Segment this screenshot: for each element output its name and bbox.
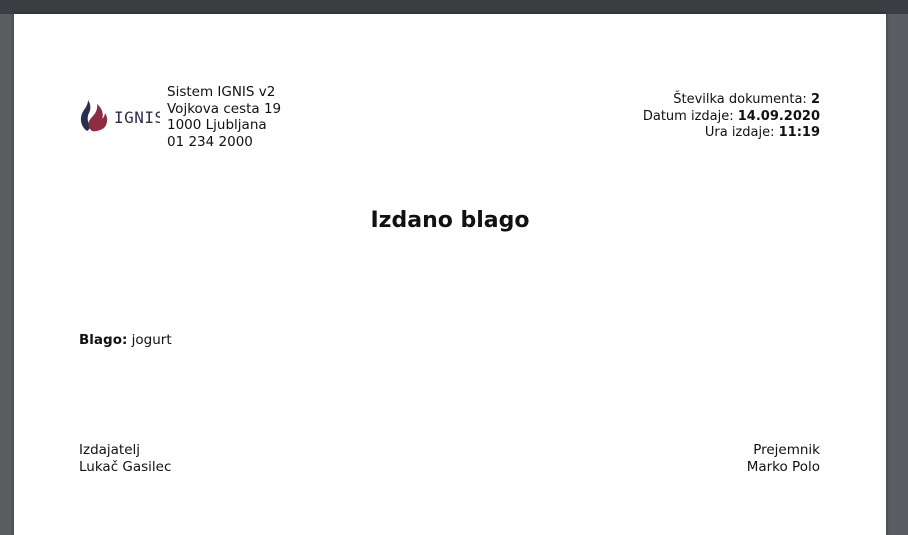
issuer-label: Izdajatelj — [79, 442, 141, 458]
receiver-signature: Prejemnik Marko Polo — [747, 442, 820, 476]
document-number-row: Številka dokumenta: 2 — [643, 92, 820, 109]
issue-time-value: 11:19 — [778, 125, 820, 140]
flame-red-shape — [88, 104, 108, 132]
issue-time-label: Ura izdaje: — [704, 125, 775, 140]
viewer-toolbar-edge — [0, 0, 908, 14]
goods-label: Blago: — [79, 332, 128, 348]
goods-value: jogurt — [131, 332, 172, 348]
pdf-viewer: IGNIS Sistem IGNIS v2 Vojkova cesta 19 1… — [0, 0, 908, 535]
company-info: Sistem IGNIS v2 Vojkova cesta 19 1000 Lj… — [167, 84, 281, 150]
goods-line: Blago: jogurt — [79, 332, 172, 348]
company-phone: 01 234 2000 — [167, 133, 253, 150]
document-number-value: 2 — [810, 92, 820, 107]
issue-date-label: Datum izdaje: — [642, 108, 734, 124]
issuer-signature: Izdajatelj Lukač Gasilec — [79, 442, 171, 476]
company-name: Sistem IGNIS v2 — [167, 84, 276, 100]
document-page: IGNIS Sistem IGNIS v2 Vojkova cesta 19 1… — [14, 14, 886, 535]
issue-time-row: Ura izdaje: 11:19 — [643, 125, 820, 142]
receiver-name: Marko Polo — [746, 459, 820, 475]
company-street: Vojkova cesta 19 — [167, 100, 282, 117]
logo-text: IGNIS — [114, 108, 160, 127]
receiver-label: Prejemnik — [753, 442, 820, 458]
issue-date-row: Datum izdaje: 14.09.2020 — [643, 109, 820, 126]
document-number-label: Številka dokumenta: — [673, 92, 807, 107]
ignis-logo: IGNIS — [80, 100, 160, 132]
document-title: Izdano blago — [370, 208, 530, 233]
issue-date-value: 14.09.2020 — [737, 108, 820, 124]
issuer-name: Lukač Gasilec — [79, 459, 172, 475]
company-city: 1000 Ljubljana — [167, 117, 267, 133]
document-meta: Številka dokumenta: 2 Datum izdaje: 14.0… — [643, 92, 820, 142]
